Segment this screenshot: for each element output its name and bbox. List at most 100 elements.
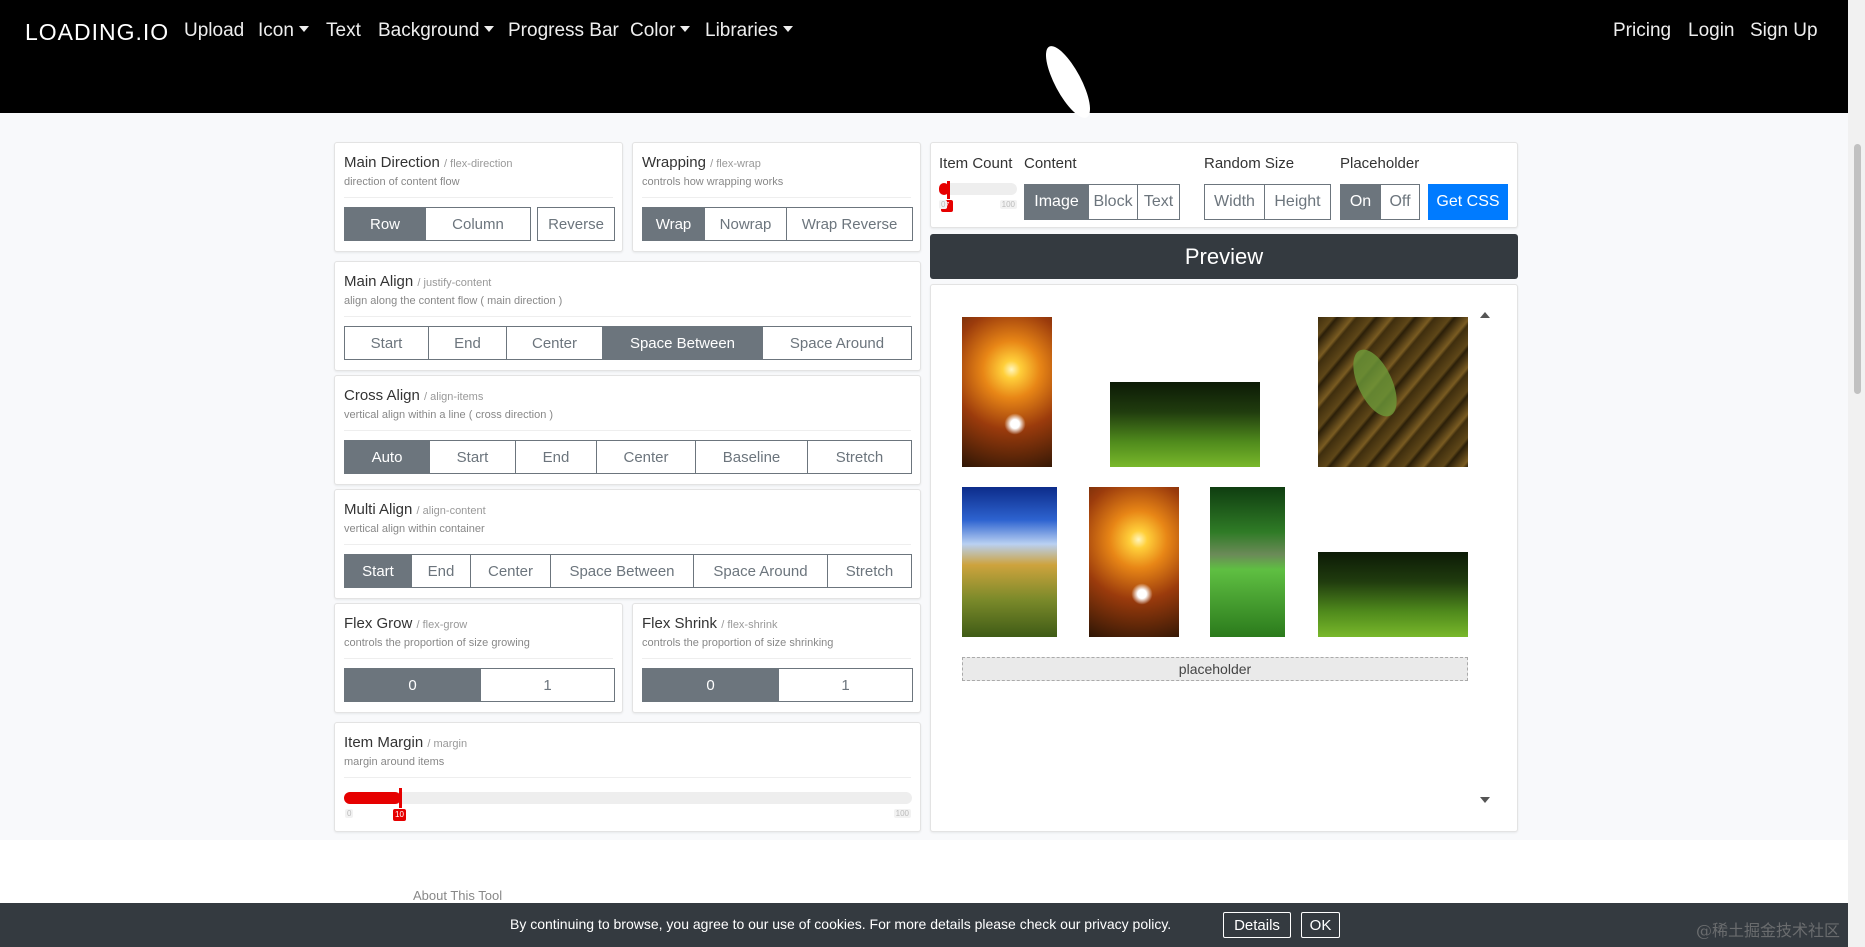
page-scrollbar[interactable]	[1848, 0, 1865, 947]
wrap-reverse-button[interactable]: Wrap Reverse	[786, 207, 913, 241]
placeholder-off-button[interactable]: Off	[1380, 184, 1420, 220]
nav-sign-up[interactable]: Sign Up	[1750, 20, 1818, 42]
panel-description: controls the proportion of size growing	[344, 637, 530, 649]
slider-handle[interactable]	[399, 788, 402, 808]
slider-min-label: 0	[939, 200, 948, 209]
align-items-center-button[interactable]: Center	[596, 440, 696, 474]
placeholder-on-button[interactable]: On	[1340, 184, 1381, 220]
nav-text[interactable]: Text	[326, 20, 361, 42]
align-items-baseline-button[interactable]: Baseline	[695, 440, 808, 474]
panel-description: controls how wrapping works	[642, 176, 784, 188]
panel-cross-align: Cross Align / align-items vertical align…	[334, 375, 921, 485]
divider	[642, 658, 911, 659]
random-size-label: Random Size	[1204, 155, 1295, 172]
cookie-ok-button[interactable]: OK	[1301, 912, 1340, 938]
divider	[344, 658, 613, 659]
nav-upload[interactable]: Upload	[184, 20, 244, 42]
align-content-start-button[interactable]: Start	[344, 554, 412, 588]
scroll-down-arrow-icon[interactable]	[1480, 797, 1490, 803]
justify-center-button[interactable]: Center	[506, 326, 603, 360]
panel-main-direction: Main Direction / flex-direction directio…	[334, 142, 623, 252]
flower-cluster	[1002, 412, 1028, 436]
slider-value-label: 10	[393, 809, 406, 821]
nav-libraries-dropdown[interactable]: Libraries	[705, 20, 793, 42]
panel-multi-align: Multi Align / align-content vertical ali…	[334, 489, 921, 599]
panel-item-margin: Item Margin / margin margin around items…	[334, 722, 921, 832]
nav-progress-bar[interactable]: Progress Bar	[508, 20, 619, 42]
panel-title: Flex Grow / flex-grow	[344, 615, 468, 632]
panel-description: vertical align within a line ( cross dir…	[344, 409, 554, 421]
justify-space-around-button[interactable]: Space Around	[762, 326, 912, 360]
direction-column-button[interactable]: Column	[425, 207, 531, 241]
align-items-start-button[interactable]: Start	[429, 440, 516, 474]
panel-title: Main Direction / flex-direction	[344, 154, 513, 171]
justify-space-between-button[interactable]: Space Between	[602, 326, 763, 360]
item-count-slider[interactable]: 7 0 100	[939, 181, 1017, 213]
preview-image-sunset-flowers	[1089, 487, 1179, 637]
align-items-auto-button[interactable]: Auto	[344, 440, 430, 474]
scrollbar-thumb[interactable]	[1854, 144, 1861, 394]
content-block-button[interactable]: Block	[1088, 184, 1138, 220]
panel-description: direction of content flow	[344, 176, 460, 188]
justify-start-button[interactable]: Start	[344, 326, 429, 360]
slider-min-label: 0	[345, 809, 354, 818]
wrap-button[interactable]: Wrap	[642, 207, 705, 241]
panel-wrapping: Wrapping / flex-wrap controls how wrappi…	[632, 142, 921, 252]
panel-title: Item Margin / margin	[344, 734, 468, 751]
flex-grow-1-button[interactable]: 1	[480, 668, 615, 702]
panel-title: Cross Align / align-items	[344, 387, 484, 404]
align-content-space-around-button[interactable]: Space Around	[693, 554, 828, 588]
scroll-up-arrow-icon[interactable]	[1480, 312, 1490, 318]
preview-image-fern-wood	[1318, 317, 1468, 467]
content-image-button[interactable]: Image	[1024, 184, 1089, 220]
cookie-text: By continuing to browse, you agree to ou…	[510, 916, 1172, 932]
flex-shrink-0-button[interactable]: 0	[642, 668, 779, 702]
nav-background-dropdown[interactable]: Background	[378, 20, 495, 42]
content-text-button[interactable]: Text	[1137, 184, 1180, 220]
preview-header: Preview	[930, 234, 1518, 279]
direction-row-button[interactable]: Row	[344, 207, 426, 241]
watermark-text: @稀土掘金技术社区	[1696, 921, 1841, 940]
preview-image-sunset-flowers	[962, 317, 1052, 467]
align-content-space-between-button[interactable]: Space Between	[550, 554, 694, 588]
align-content-end-button[interactable]: End	[411, 554, 471, 588]
content-label: Content	[1024, 155, 1077, 172]
panel-description: align along the content flow ( main dire…	[344, 295, 563, 307]
nav-color-dropdown[interactable]: Color	[630, 20, 691, 42]
divider	[344, 430, 911, 431]
flex-shrink-1-button[interactable]: 1	[778, 668, 913, 702]
panel-description: margin around items	[344, 756, 445, 768]
slider-max-label: 100	[999, 200, 1017, 209]
get-css-button[interactable]: Get CSS	[1428, 184, 1508, 220]
align-content-center-button[interactable]: Center	[470, 554, 551, 588]
brand-logo[interactable]: LOADING.IO	[25, 19, 169, 46]
nav-login[interactable]: Login	[1688, 20, 1735, 42]
panel-flex-shrink: Flex Shrink / flex-shrink controls the p…	[632, 603, 921, 713]
panel-main-align: Main Align / justify-content align along…	[334, 261, 921, 371]
about-this-tool-heading: About This Tool	[413, 888, 503, 903]
random-height-button[interactable]: Height	[1264, 184, 1331, 220]
align-items-stretch-button[interactable]: Stretch	[807, 440, 912, 474]
align-items-end-button[interactable]: End	[515, 440, 597, 474]
decorative-leaf-shape	[1037, 40, 1099, 124]
panel-title: Main Align / justify-content	[344, 273, 492, 290]
preview-placeholder: placeholder	[962, 657, 1468, 681]
nowrap-button[interactable]: Nowrap	[704, 207, 787, 241]
random-width-button[interactable]: Width	[1204, 184, 1265, 220]
item-margin-slider[interactable]: 10 0 100	[344, 787, 912, 827]
slider-handle[interactable]	[947, 181, 950, 199]
panel-description: controls the proportion of size shrinkin…	[642, 637, 834, 649]
cookie-details-button[interactable]: Details	[1223, 912, 1291, 938]
caret-down-icon	[782, 26, 793, 32]
flex-grow-0-button[interactable]: 0	[344, 668, 481, 702]
justify-end-button[interactable]: End	[428, 326, 507, 360]
divider	[344, 544, 911, 545]
divider	[642, 197, 911, 198]
nav-pricing[interactable]: Pricing	[1613, 20, 1671, 42]
divider	[344, 316, 911, 317]
divider	[344, 777, 911, 778]
cookie-banner: By continuing to browse, you agree to ou…	[0, 903, 1848, 947]
direction-reverse-button[interactable]: Reverse	[537, 207, 615, 241]
nav-icon-dropdown[interactable]: Icon	[258, 20, 309, 42]
align-content-stretch-button[interactable]: Stretch	[827, 554, 912, 588]
